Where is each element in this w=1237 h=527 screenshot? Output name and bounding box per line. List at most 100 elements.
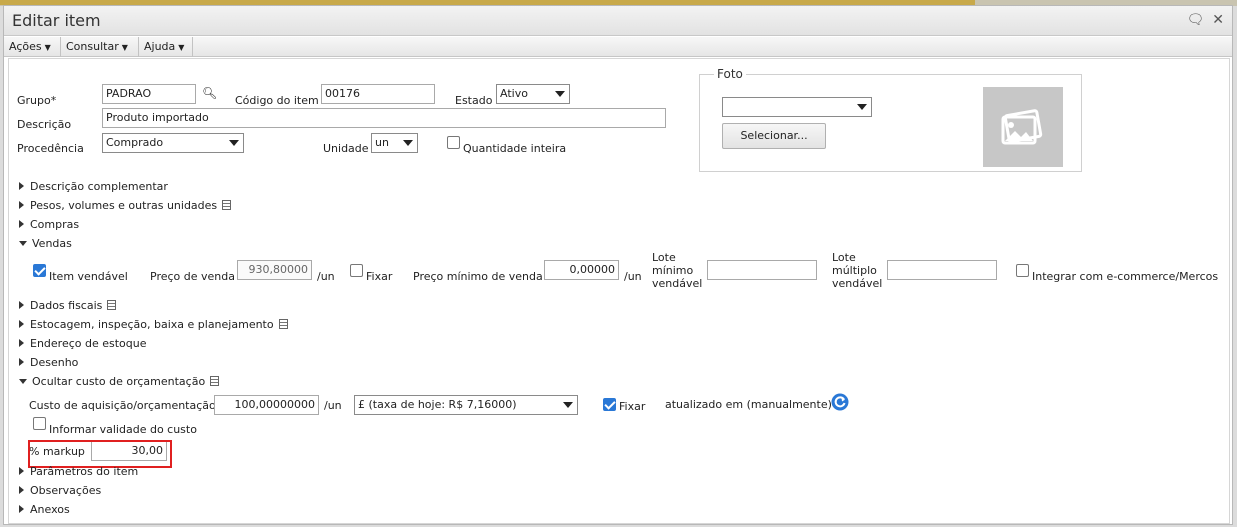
dialog-title: Editar item (12, 11, 101, 30)
chevron-down-icon (555, 91, 565, 97)
expand-arrow-icon (19, 220, 24, 228)
section-label: Descrição complementar (30, 180, 168, 193)
preco-minimo-input[interactable]: 0,00000 (544, 260, 619, 280)
edit-item-dialog: Editar item 🗨 ✕ Ações ▼ Consultar ▼ Ajuda ▼ … (3, 5, 1233, 525)
preco-venda-label: Preço de venda (150, 270, 235, 283)
section-desenho[interactable]: Desenho (19, 356, 78, 369)
lote-multiplo-label-3: vendável (832, 277, 883, 290)
collapse-arrow-icon (19, 379, 27, 384)
custo-unit: /un (324, 399, 342, 412)
document-icon (278, 319, 288, 329)
unidade-select[interactable]: un (371, 133, 418, 153)
section-descricao-complementar[interactable]: Descrição complementar (19, 180, 168, 193)
section-estocagem[interactable]: Estocagem, inspeção, baixa e planejament… (19, 318, 288, 331)
section-label: Vendas (32, 237, 72, 250)
codigo-label: Código do item (235, 94, 319, 107)
grupo-input[interactable]: PADRAO (102, 84, 196, 104)
menu-ajuda-label: Ajuda (144, 40, 176, 53)
lote-minimo-label-1: Lote (652, 251, 676, 264)
item-vendavel-checkbox[interactable] (33, 264, 46, 277)
section-label: Pesos, volumes e outras unidades (30, 199, 218, 212)
section-label: Dados fiscais (30, 299, 103, 312)
menu-acoes[interactable]: Ações ▼ (4, 37, 61, 57)
selecionar-button[interactable]: Selecionar... (722, 123, 826, 149)
chevron-down-icon (563, 402, 573, 408)
moeda-select[interactable]: £ (taxa de hoje: R$ 7,16000) (354, 395, 578, 415)
title-bar: Editar item 🗨 ✕ (4, 6, 1232, 36)
atualizado-label: atualizado em (manualmente) (665, 398, 832, 411)
item-vendavel-label: Item vendável (49, 270, 128, 283)
section-observacoes[interactable]: Observações (19, 484, 101, 497)
estado-select-value: Ativo (500, 87, 528, 100)
section-anexos[interactable]: Anexos (19, 503, 70, 516)
estado-label: Estado (455, 94, 493, 107)
section-dados-fiscais[interactable]: Dados fiscais (19, 299, 117, 312)
lote-multiplo-input[interactable] (887, 260, 997, 280)
preco-minimo-unit: /un (624, 270, 642, 283)
section-compras[interactable]: Compras (19, 218, 79, 231)
image-placeholder-icon (983, 87, 1063, 167)
informar-validade-checkbox[interactable] (33, 417, 46, 430)
integrar-ecommerce-checkbox[interactable] (1016, 264, 1029, 277)
chevron-down-icon: ▼ (44, 43, 51, 52)
unidade-label: Unidade (323, 142, 369, 155)
section-ocultar-custo[interactable]: Ocultar custo de orçamentação (19, 375, 220, 388)
section-endereco-estoque[interactable]: Endereço de estoque (19, 337, 147, 350)
expand-arrow-icon (19, 201, 24, 209)
quantidade-inteira-checkbox[interactable] (447, 136, 460, 149)
expand-arrow-icon (19, 505, 24, 513)
section-label: Endereço de estoque (30, 337, 147, 350)
section-label: Desenho (30, 356, 79, 369)
document-icon (222, 200, 232, 210)
menu-consultar[interactable]: Consultar ▼ (61, 37, 139, 57)
chevron-down-icon: ▼ (121, 43, 128, 52)
expand-arrow-icon (19, 486, 24, 494)
lote-multiplo-label-2: múltiplo (832, 264, 877, 277)
codigo-input[interactable]: 00176 (321, 84, 435, 104)
close-icon[interactable]: ✕ (1212, 12, 1224, 28)
fixar-preco-checkbox[interactable] (350, 264, 363, 277)
section-pesos[interactable]: Pesos, volumes e outras unidades (19, 199, 232, 212)
section-label: Parâmetros do item (30, 465, 139, 478)
section-vendas[interactable]: Vendas (19, 237, 72, 250)
expand-arrow-icon (19, 182, 24, 190)
chat-bubble-icon[interactable]: 🗨 (1186, 12, 1204, 28)
estado-select[interactable]: Ativo (496, 84, 570, 104)
refresh-icon[interactable] (831, 393, 849, 414)
moeda-select-value: £ (taxa de hoje: R$ 7,16000) (358, 398, 517, 411)
section-parametros[interactable]: Parâmetros do item (19, 465, 138, 478)
foto-legend: Foto (714, 67, 746, 81)
procedencia-select-value: Comprado (106, 136, 164, 149)
descricao-label: Descrição (17, 118, 72, 131)
unidade-select-value: un (375, 136, 389, 149)
form-content: Grupo* PADRAO 🔍︎ Código do item 00176 Es… (8, 58, 1230, 524)
fixar-custo-checkbox[interactable] (603, 398, 616, 411)
custo-input[interactable]: 100,00000000 (214, 395, 319, 415)
section-label: Observações (30, 484, 102, 497)
informar-validade-label: Informar validade do custo (49, 423, 197, 436)
foto-select[interactable] (722, 97, 872, 117)
collapse-arrow-icon (19, 241, 27, 246)
procedencia-label: Procedência (17, 142, 84, 155)
foto-fieldset: Foto Selecionar... (699, 67, 1082, 172)
fixar-custo-label: Fixar (619, 400, 646, 413)
expand-arrow-icon (19, 358, 24, 366)
menu-ajuda[interactable]: Ajuda ▼ (139, 37, 193, 57)
lote-minimo-label-3: vendável (652, 277, 703, 290)
expand-arrow-icon (19, 467, 24, 475)
chevron-down-icon (857, 104, 867, 110)
lote-multiplo-label-1: Lote (832, 251, 856, 264)
descricao-input[interactable]: Produto importado (102, 108, 666, 128)
menu-acoes-label: Ações (9, 40, 42, 53)
preco-minimo-label: Preço mínimo de venda (413, 270, 543, 283)
quantidade-inteira-label: Quantidade inteira (463, 142, 567, 155)
procedencia-select[interactable]: Comprado (102, 133, 244, 153)
grupo-label: Grupo* (17, 94, 57, 107)
lote-minimo-label-2: mínimo (652, 264, 694, 277)
section-label: Ocultar custo de orçamentação (32, 375, 206, 388)
lote-minimo-input[interactable] (707, 260, 817, 280)
preco-venda-input[interactable]: 930,80000 (237, 260, 312, 280)
search-icon[interactable]: 🔍︎ (202, 86, 217, 100)
menu-bar: Ações ▼ Consultar ▼ Ajuda ▼ (4, 37, 1232, 57)
expand-arrow-icon (19, 339, 24, 347)
